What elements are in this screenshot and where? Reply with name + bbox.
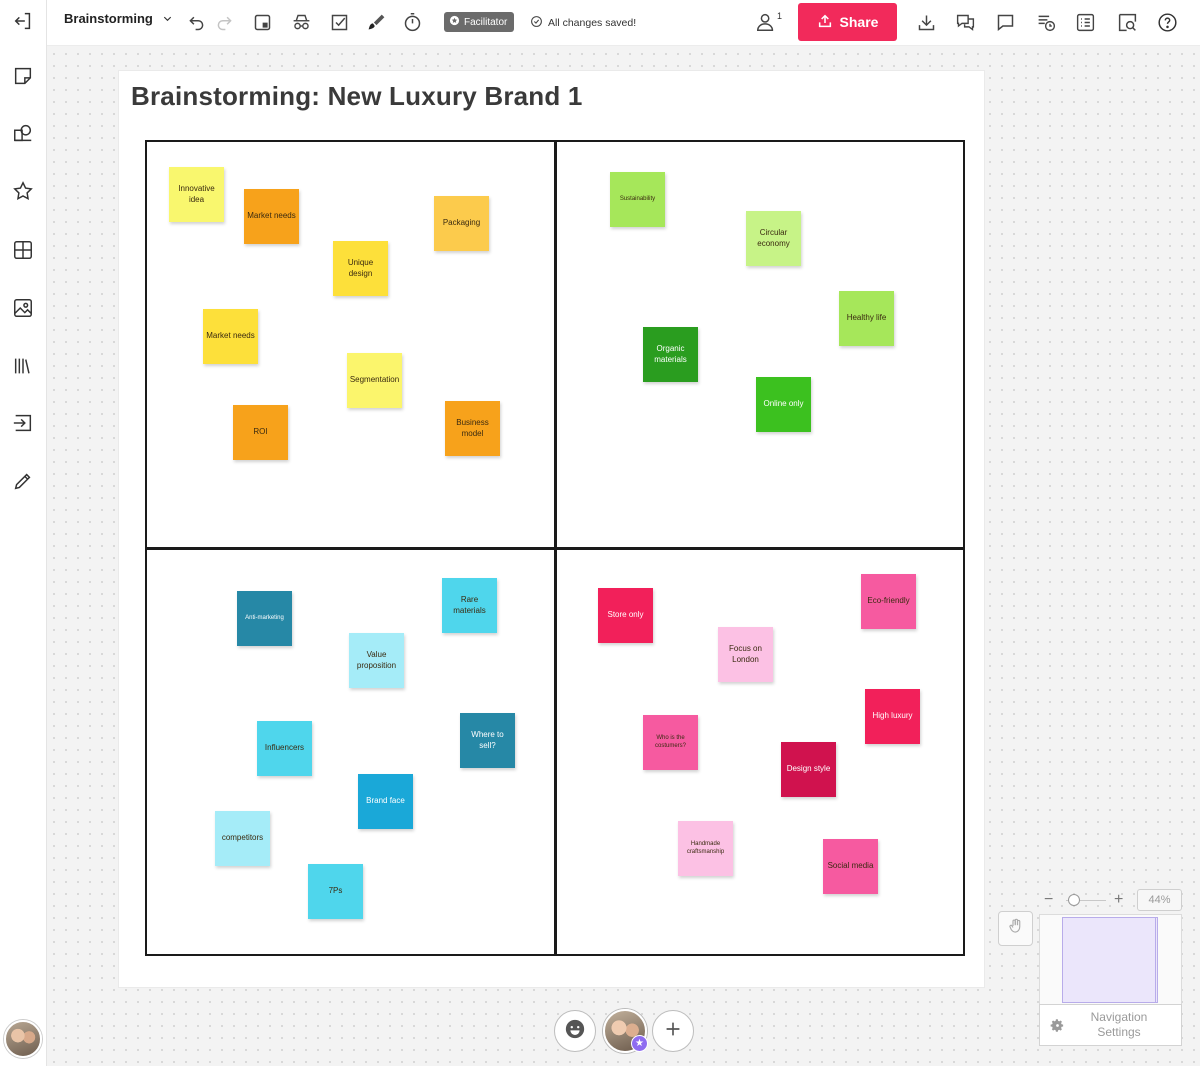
page-title[interactable]: Brainstorming: New Luxury Brand 1 (131, 81, 583, 112)
library-icon[interactable] (9, 352, 37, 380)
zoom-in-button[interactable]: + (1114, 891, 1123, 909)
sticky-note[interactable]: Sustainability (610, 172, 665, 227)
chevron-down-icon[interactable] (162, 12, 173, 27)
sticky-note[interactable]: Market needs (244, 189, 299, 244)
sticky-note[interactable]: ROI (233, 405, 288, 460)
list-icon[interactable] (1073, 10, 1097, 34)
sticky-note[interactable]: Handmade craftsmanship (678, 821, 733, 876)
sticky-note[interactable]: Social media (823, 839, 878, 894)
sticky-note[interactable]: Focus on London (718, 627, 773, 682)
search-icon[interactable] (1115, 10, 1139, 34)
sticky-note[interactable]: Design style (781, 742, 836, 797)
frame-icon[interactable] (250, 10, 274, 34)
navigation-settings-button[interactable]: Navigation Settings (1039, 1004, 1182, 1046)
hand-icon (1007, 917, 1025, 940)
activity-icon[interactable] (1034, 10, 1058, 34)
minimap-viewport[interactable] (1062, 917, 1158, 1003)
facilitator-icon (449, 15, 460, 29)
save-status: All changes saved! (530, 15, 636, 31)
user-count: 1 (777, 11, 783, 21)
sticky-note[interactable]: Circular economy (746, 211, 801, 266)
grid-icon[interactable] (9, 236, 37, 264)
minimap[interactable] (1039, 914, 1182, 1006)
facilitator-button[interactable]: Facilitator (444, 12, 515, 32)
brush-icon[interactable] (364, 10, 388, 34)
sticky-note[interactable]: Anti-marketing (237, 591, 292, 646)
top-toolbar: Brainstorming Facilitator All changes sa… (47, 0, 1200, 46)
exit-board-icon[interactable] (9, 7, 37, 35)
plus-icon (662, 1018, 684, 1045)
sticky-note[interactable]: Value proposition (349, 633, 404, 688)
sticky-note[interactable]: Brand face (358, 774, 413, 829)
sticky-note[interactable]: Packaging (434, 196, 489, 251)
pan-tool-button[interactable] (998, 911, 1033, 946)
upload-icon (817, 13, 833, 32)
star-icon[interactable] (9, 177, 37, 205)
collaborators-button[interactable]: 1 (755, 11, 782, 35)
board-frame: Brainstorming: New Luxury Brand 1 Innova… (118, 70, 985, 988)
zoom-out-button[interactable]: − (1044, 891, 1053, 909)
sticky-note[interactable]: Healthy life (839, 291, 894, 346)
checkbox-icon[interactable] (327, 10, 351, 34)
sticky-note[interactable]: competitors (215, 811, 270, 866)
emoji-icon (564, 1018, 586, 1045)
user-icon (755, 11, 777, 35)
check-circle-icon (530, 15, 543, 31)
gear-icon (1040, 1018, 1074, 1033)
user-avatar[interactable] (4, 1020, 42, 1058)
sticky-note[interactable]: High luxury (865, 689, 920, 744)
sticky-note[interactable]: Innovative idea (169, 167, 224, 222)
image-icon[interactable] (9, 294, 37, 322)
sticky-note[interactable]: Segmentation (347, 353, 402, 408)
undo-icon[interactable] (184, 10, 208, 34)
navigation-settings-label: Navigation Settings (1090, 1010, 1148, 1039)
comment-icon[interactable] (993, 10, 1017, 34)
add-participant-button[interactable] (652, 1010, 694, 1052)
sticky-note[interactable]: Influencers (257, 721, 312, 776)
import-icon[interactable] (9, 409, 37, 437)
sticky-note[interactable]: Who is the costumers? (643, 715, 698, 770)
left-toolbar (0, 0, 47, 1066)
zoom-level[interactable]: 44% (1137, 889, 1182, 911)
share-button[interactable]: Share (798, 3, 897, 41)
sticky-note[interactable]: Where to sell? (460, 713, 515, 768)
sticky-note[interactable]: Business model (445, 401, 500, 456)
minimap-divider (1155, 917, 1156, 1003)
timer-icon[interactable] (400, 10, 424, 34)
pencil-icon[interactable] (9, 467, 37, 495)
sticky-note-icon[interactable] (9, 62, 37, 90)
sticky-note[interactable]: Online only (756, 377, 811, 432)
sticky-note[interactable]: Store only (598, 588, 653, 643)
sticky-note[interactable]: 7Ps (308, 864, 363, 919)
reaction-button[interactable] (554, 1010, 596, 1052)
download-icon[interactable] (914, 10, 938, 34)
redo-icon[interactable] (212, 10, 236, 34)
shapes-icon[interactable] (9, 119, 37, 147)
board-name[interactable]: Brainstorming (64, 11, 173, 27)
sticky-note[interactable]: Organic materials (643, 327, 698, 382)
sticky-note[interactable]: Eco-friendly (861, 574, 916, 629)
sticky-note[interactable]: Market needs (203, 309, 258, 364)
facilitator-star-icon: ★ (631, 1035, 648, 1052)
chat-icon[interactable] (953, 10, 977, 34)
sticky-note[interactable]: Unique design (333, 241, 388, 296)
zoom-slider-handle[interactable] (1068, 894, 1080, 906)
grid-divider-horizontal (147, 547, 963, 550)
spy-icon[interactable] (289, 10, 313, 34)
help-icon[interactable] (1155, 10, 1179, 34)
sticky-note[interactable]: Rare materials (442, 578, 497, 633)
